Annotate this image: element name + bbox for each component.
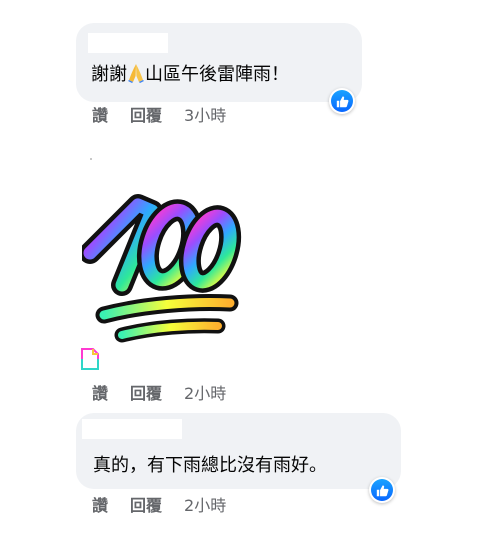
thumbs-up-icon <box>371 479 393 501</box>
sticker-file-icon <box>80 347 100 371</box>
timestamp[interactable]: 3小時 <box>184 106 226 125</box>
folded-hands-emoji <box>128 63 144 83</box>
hundred-points-sticker[interactable] <box>79 193 242 345</box>
comment-actions-2: 讚 回覆 2小時 <box>92 384 226 404</box>
comment-actions-3: 讚 回覆 2小時 <box>92 496 226 516</box>
reply-button[interactable]: 回覆 <box>130 496 162 515</box>
reply-button[interactable]: 回覆 <box>130 106 162 125</box>
timestamp[interactable]: 2小時 <box>184 384 226 403</box>
author-name-redacted <box>88 33 168 53</box>
comment-bubble-1: 謝謝 山區午後雷陣雨！ <box>76 23 362 102</box>
like-button[interactable]: 讚 <box>92 496 108 515</box>
timestamp[interactable]: 2小時 <box>184 496 226 515</box>
reply-button[interactable]: 回覆 <box>130 384 162 403</box>
comment-text-3: 真的，有下雨總比沒有雨好。 <box>93 455 327 476</box>
comment-thread: 謝謝 山區午後雷陣雨！ 讚回覆 3小時 讚 回覆 2小時 真的，有下雨總比沒有雨… <box>0 0 483 538</box>
comment-bubble-3: 真的，有下雨總比沒有雨好。 <box>76 413 401 489</box>
name-redacted-mark <box>90 158 92 160</box>
like-reaction-badge[interactable] <box>369 477 395 503</box>
author-name-redacted <box>82 419 182 439</box>
thumbs-up-icon <box>331 90 353 112</box>
like-button[interactable]: 讚 <box>92 106 108 125</box>
comment-actions-1: 讚 回覆 3小時 <box>92 106 226 126</box>
comment-text-1: 謝謝 山區午後雷陣雨！ <box>91 63 289 87</box>
comment-text-part: 山區午後雷陣雨！ <box>145 64 289 85</box>
like-button[interactable]: 讚 <box>92 384 108 403</box>
like-reaction-badge[interactable] <box>329 88 355 114</box>
comment-text-part: 謝謝 <box>91 64 127 85</box>
